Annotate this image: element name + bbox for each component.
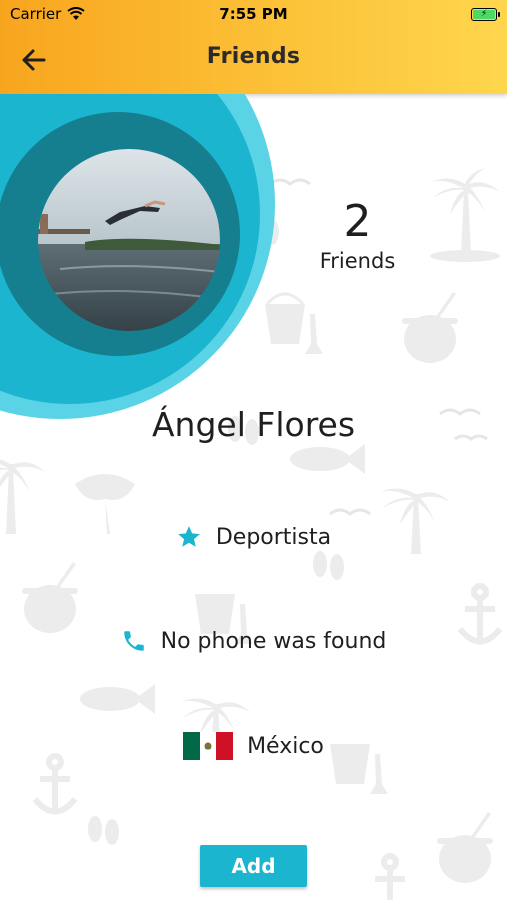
battery-icon: ⚡ — [471, 7, 500, 21]
phone-icon — [123, 631, 144, 651]
status-carrier-group: Carrier — [10, 5, 85, 23]
phone-row: No phone was found — [0, 628, 507, 654]
status-bar: Carrier 7:55 PM ⚡ — [0, 0, 507, 28]
palm-tree-icon — [0, 459, 45, 534]
profile-avatar-backdrop — [0, 94, 275, 419]
palm-tree-icon — [430, 168, 500, 262]
occupation-text: Deportista — [215, 524, 332, 550]
page-title: Friends — [206, 44, 301, 69]
friends-count-label: Friends — [319, 249, 396, 273]
carrier-label: Carrier — [10, 5, 62, 23]
occupation-row: Deportista — [0, 524, 507, 550]
country-row: México — [0, 732, 507, 760]
add-friend-button[interactable]: Add — [200, 845, 307, 887]
coconut-drink-icon — [437, 812, 493, 883]
anchor-icon — [375, 853, 405, 900]
anchor-icon — [32, 753, 78, 815]
country-text: México — [247, 733, 324, 759]
coconut-drink-icon — [402, 292, 458, 363]
fish-icon — [290, 444, 365, 474]
wifi-icon — [67, 7, 85, 20]
friends-count-number: 2 — [343, 196, 372, 247]
friends-count: 2 Friends — [300, 195, 415, 273]
profile-name: Ángel Flores — [151, 405, 356, 444]
mexico-flag-icon — [183, 732, 234, 760]
fish-icon — [80, 684, 155, 714]
coconut-drink-icon — [22, 562, 78, 633]
phone-text: No phone was found — [160, 628, 387, 654]
star-icon — [178, 526, 200, 547]
